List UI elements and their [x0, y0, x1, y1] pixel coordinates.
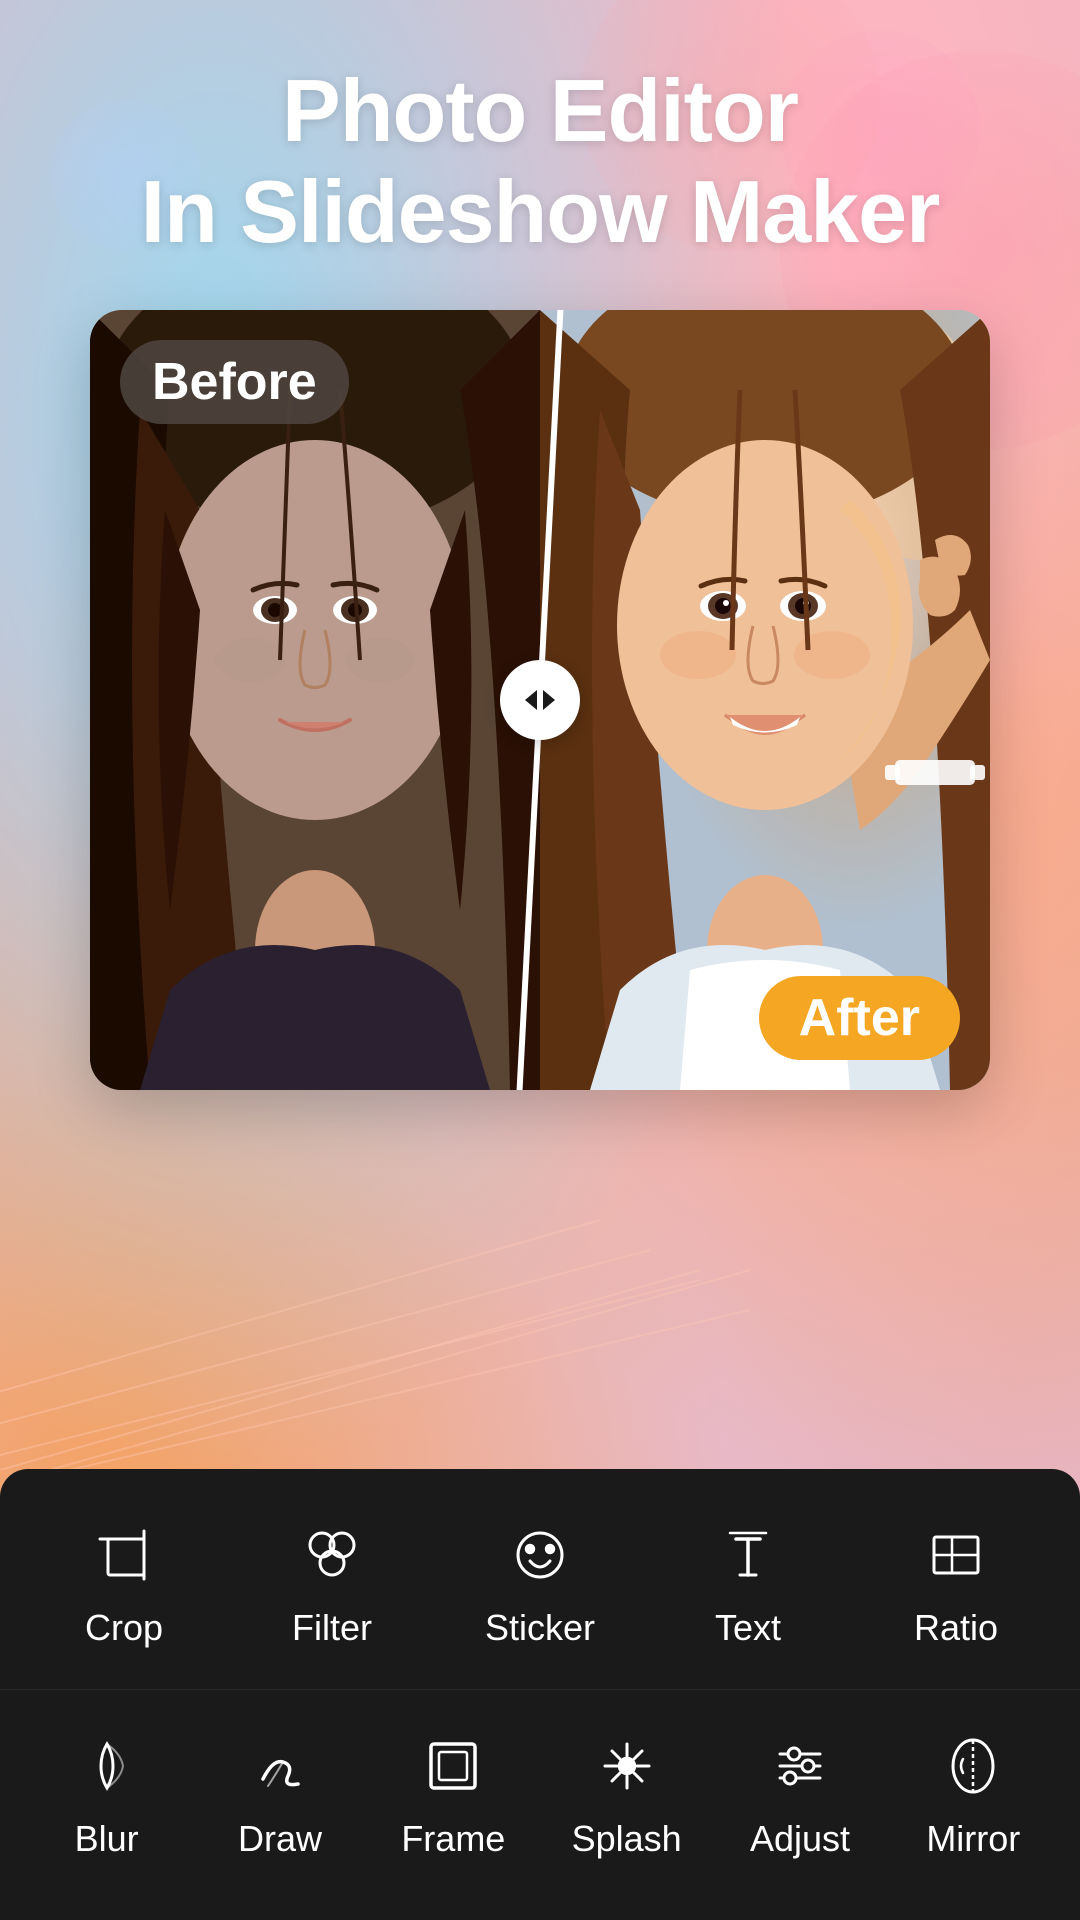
blur-icon — [71, 1730, 143, 1802]
splash-icon — [591, 1730, 663, 1802]
adjust-label: Adjust — [750, 1818, 850, 1860]
tool-crop[interactable]: Crop — [20, 1519, 228, 1649]
tool-sticker[interactable]: Sticker — [436, 1519, 644, 1649]
adjust-icon — [764, 1730, 836, 1802]
title-line2: In Slideshow Maker — [141, 162, 940, 261]
after-side — [540, 310, 990, 1090]
text-label: Text — [715, 1607, 781, 1649]
tool-frame[interactable]: Frame — [367, 1730, 540, 1860]
after-label: After — [759, 976, 960, 1060]
text-icon — [712, 1519, 784, 1591]
blur-label: Blur — [75, 1818, 139, 1860]
tool-text[interactable]: Text — [644, 1519, 852, 1649]
filter-icon — [296, 1519, 368, 1591]
ratio-label: Ratio — [914, 1607, 998, 1649]
sticker-icon — [504, 1519, 576, 1591]
toolbar-row1: Crop Filter Stick — [0, 1469, 1080, 1690]
mirror-icon — [937, 1730, 1009, 1802]
split-image-container: Before After — [90, 310, 990, 1090]
toolbar-row2: Blur Draw Frame — [0, 1690, 1080, 1920]
draw-label: Draw — [238, 1818, 322, 1860]
before-side — [90, 310, 540, 1090]
toolbar-area: Crop Filter Stick — [0, 1469, 1080, 1920]
crop-label: Crop — [85, 1607, 163, 1649]
sticker-label: Sticker — [485, 1607, 595, 1649]
draw-icon — [244, 1730, 316, 1802]
tool-filter[interactable]: Filter — [228, 1519, 436, 1649]
tool-mirror[interactable]: Mirror — [887, 1730, 1060, 1860]
mirror-label: Mirror — [926, 1818, 1020, 1860]
tool-draw[interactable]: Draw — [193, 1730, 366, 1860]
split-handle[interactable] — [500, 660, 580, 740]
tool-adjust[interactable]: Adjust — [713, 1730, 886, 1860]
decorative-lines — [0, 1170, 1080, 1470]
frame-label: Frame — [401, 1818, 505, 1860]
crop-icon — [88, 1519, 160, 1591]
frame-icon — [417, 1730, 489, 1802]
tool-blur[interactable]: Blur — [20, 1730, 193, 1860]
title-line1: Photo Editor — [282, 61, 798, 160]
tool-ratio[interactable]: Ratio — [852, 1519, 1060, 1649]
tool-splash[interactable]: Splash — [540, 1730, 713, 1860]
title-section: Photo Editor In Slideshow Maker — [0, 60, 1080, 262]
splash-label: Splash — [572, 1818, 682, 1860]
filter-label: Filter — [292, 1607, 372, 1649]
ratio-icon — [920, 1519, 992, 1591]
phone-mockup: Before After — [90, 310, 990, 1090]
before-label: Before — [120, 340, 349, 424]
